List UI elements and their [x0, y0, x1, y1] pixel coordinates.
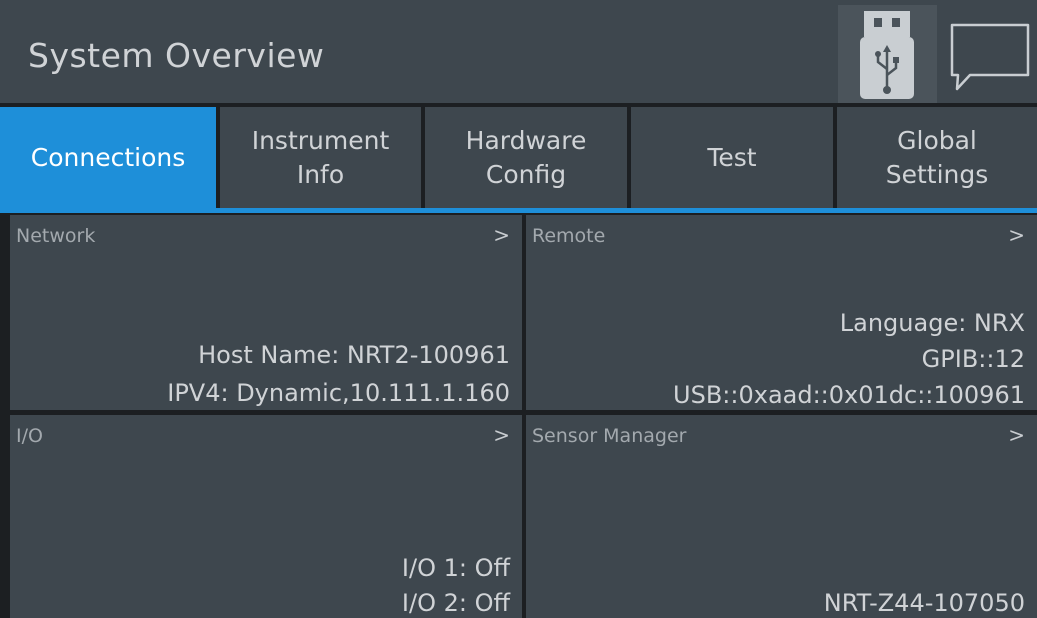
io2-value: I/O 2: Off	[401, 589, 510, 617]
sensor-manager-panel[interactable]: Sensor Manager > NRT-Z44-107050	[526, 415, 1037, 618]
page-title: System Overview	[28, 36, 325, 75]
tab-global-settings[interactable]: Global Settings	[837, 107, 1037, 208]
panel-title: Remote	[532, 225, 606, 247]
panel-title: I/O	[16, 425, 43, 447]
chevron-right-icon: >	[1008, 223, 1025, 247]
tab-label: Test	[707, 142, 757, 172]
language-value: Language: NRX	[839, 309, 1025, 337]
tab-connections[interactable]: Connections	[0, 107, 216, 208]
remote-panel[interactable]: Remote > Language: NRX GPIB::12 USB::0xa…	[526, 215, 1037, 410]
panel-title: Network	[16, 225, 96, 247]
io1-value: I/O 1: Off	[401, 554, 510, 582]
tab-label: Settings	[885, 159, 989, 189]
network-panel[interactable]: Network > Host Name: NRT2-100961 IPV4: D…	[10, 215, 522, 410]
tab-label: Info	[296, 159, 345, 189]
header-bar: System Overview	[0, 0, 1037, 103]
tab-instrument-info[interactable]: Instrument Info	[220, 107, 421, 208]
usb-icon	[860, 11, 914, 99]
messages-button[interactable]	[940, 5, 1037, 103]
usb-button[interactable]	[838, 5, 937, 103]
tab-label: Global	[897, 125, 977, 155]
message-icon	[950, 23, 1030, 91]
tab-bar: Connections Instrument Info Hardware Con…	[0, 107, 1037, 208]
tab-label: Instrument	[251, 125, 390, 155]
panel-title: Sensor Manager	[532, 425, 687, 447]
chevron-right-icon: >	[493, 423, 510, 447]
sensor-value: NRT-Z44-107050	[823, 589, 1025, 617]
ipv4-value: IPV4: Dynamic,10.111.1.160	[167, 379, 510, 407]
chevron-right-icon: >	[493, 223, 510, 247]
tab-hardware-config[interactable]: Hardware Config	[425, 107, 627, 208]
tab-label: Config	[485, 159, 567, 189]
chevron-right-icon: >	[1008, 423, 1025, 447]
tab-label: Hardware	[465, 125, 587, 155]
tab-label: Connections	[30, 142, 186, 172]
host-name-value: Host Name: NRT2-100961	[198, 341, 510, 369]
gpib-value: GPIB::12	[921, 345, 1025, 373]
tab-test[interactable]: Test	[631, 107, 833, 208]
io-panel[interactable]: I/O > I/O 1: Off I/O 2: Off	[10, 415, 522, 618]
tab-underline	[0, 208, 1037, 213]
usb-address-value: USB::0xaad::0x01dc::100961	[673, 381, 1025, 409]
